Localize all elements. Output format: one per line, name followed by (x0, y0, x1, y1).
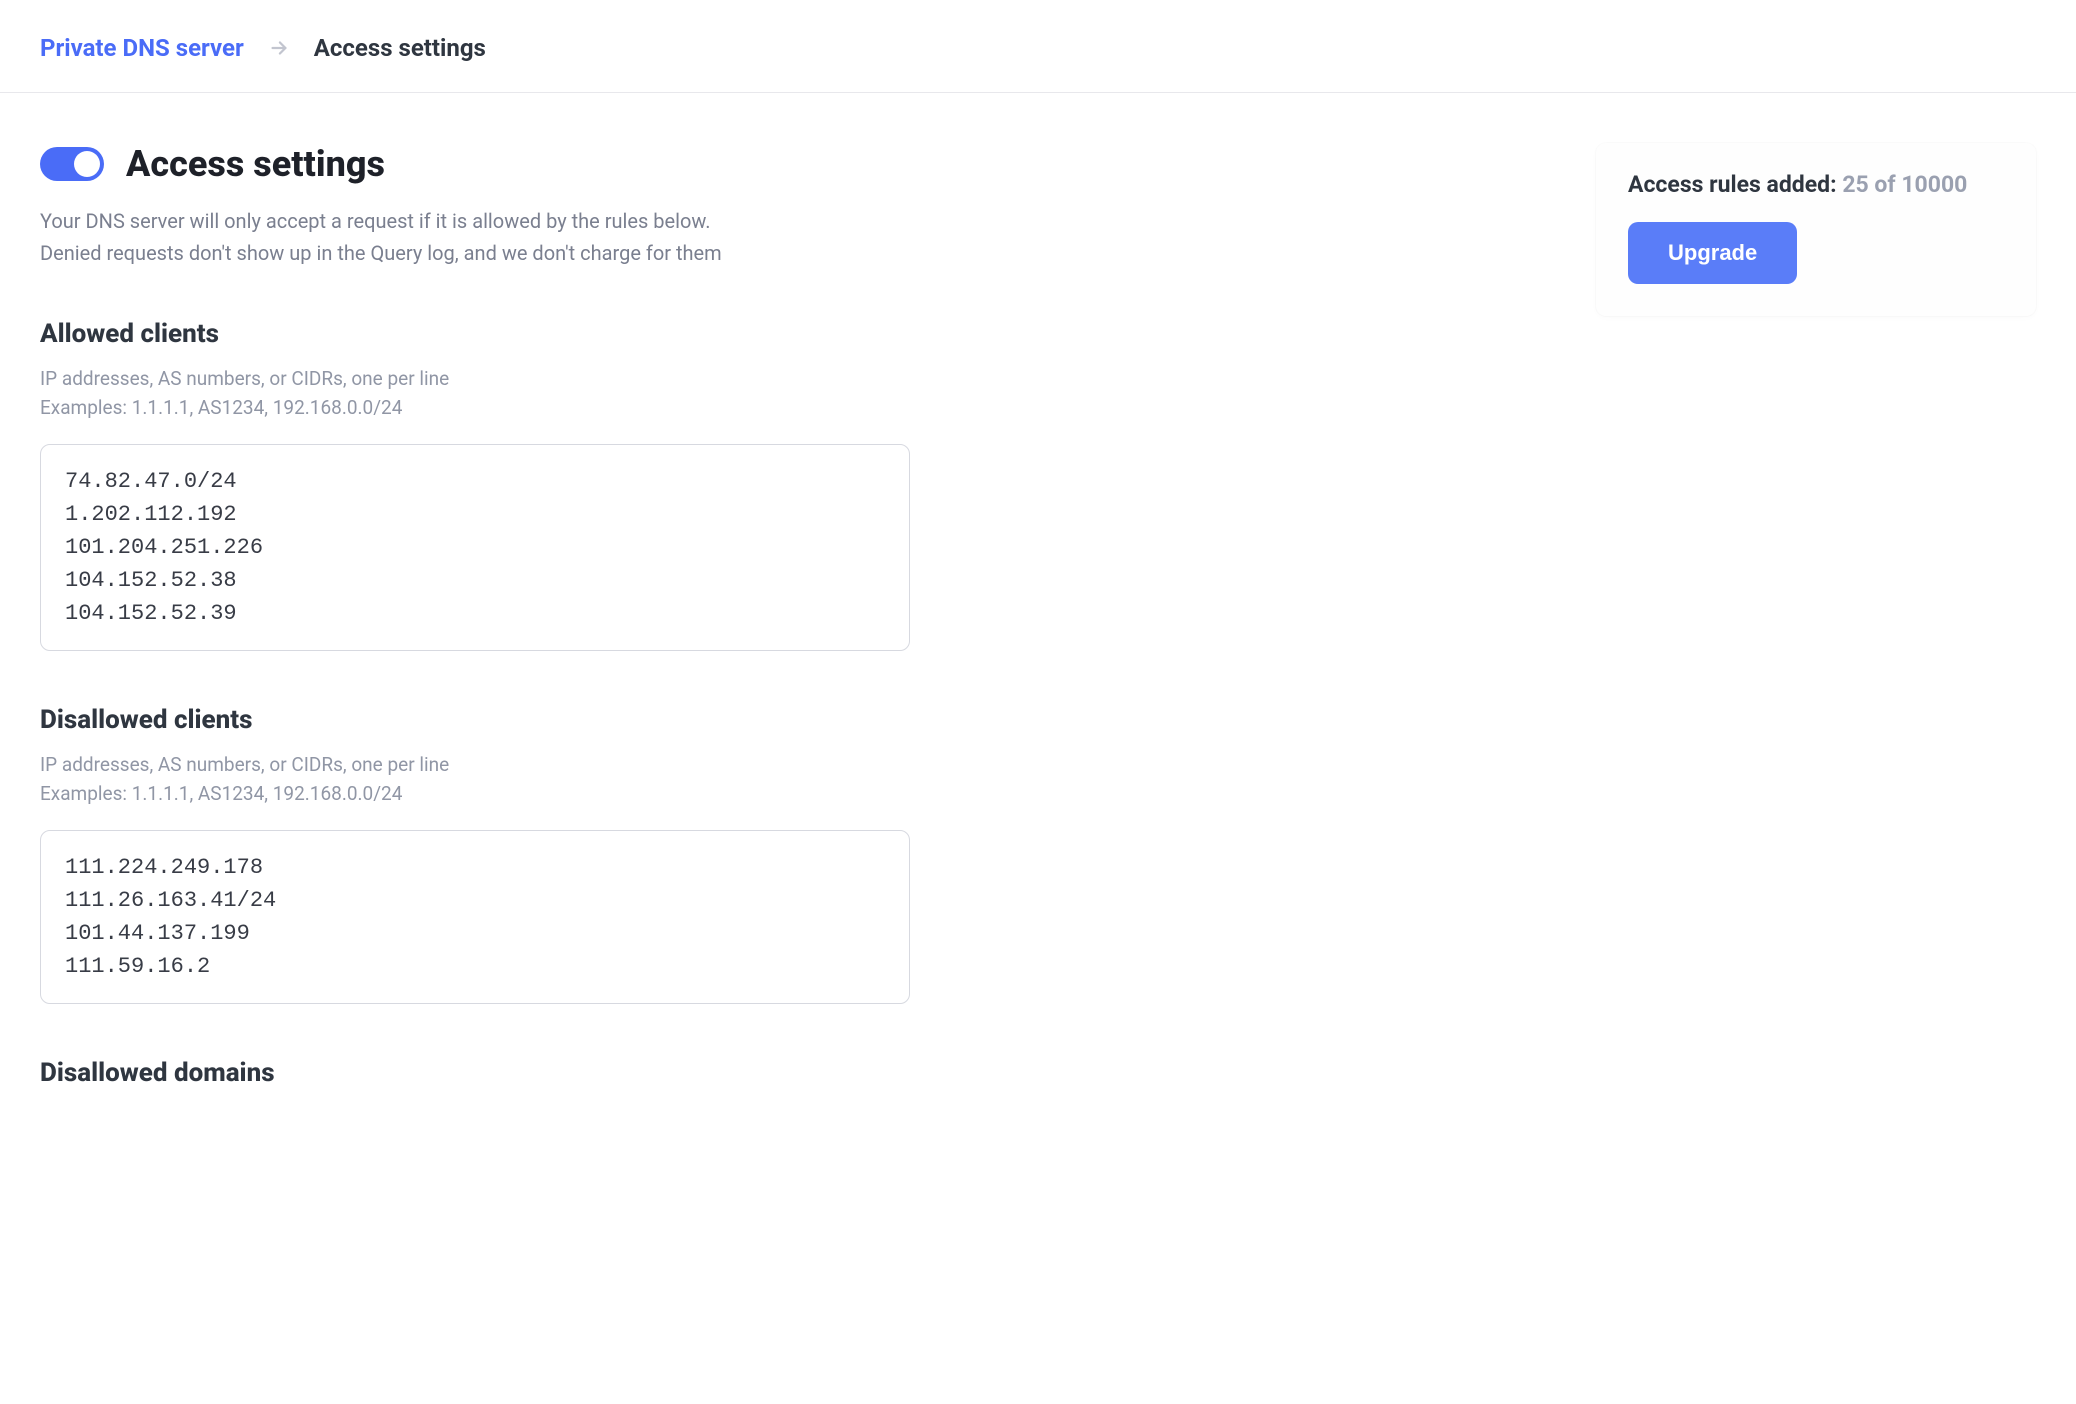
toggle-knob-icon (74, 151, 100, 177)
allowed-clients-hint: IP addresses, AS numbers, or CIDRs, one … (40, 365, 940, 422)
page-title: Access settings (126, 143, 385, 185)
breadcrumb-parent-link[interactable]: Private DNS server (40, 34, 244, 62)
breadcrumb: Private DNS server Access settings (0, 0, 2076, 93)
access-rules-count: 25 of 10000 (1842, 171, 1967, 198)
disallowed-domains-section: Disallowed domains (40, 1058, 940, 1088)
access-settings-toggle[interactable] (40, 147, 104, 181)
allowed-clients-title: Allowed clients (40, 319, 940, 349)
disallowed-clients-input[interactable] (40, 830, 910, 1004)
access-rules-label-text: Access rules added: (1628, 171, 1842, 198)
access-rules-card: Access rules added: 25 of 10000 Upgrade (1596, 143, 2036, 316)
allowed-clients-input[interactable] (40, 444, 910, 651)
disallowed-clients-section: Disallowed clients IP addresses, AS numb… (40, 705, 940, 1008)
disallowed-domains-title: Disallowed domains (40, 1058, 940, 1088)
page-description: Your DNS server will only accept a reque… (40, 205, 940, 269)
chevron-right-icon (268, 37, 290, 59)
allowed-clients-section: Allowed clients IP addresses, AS numbers… (40, 319, 940, 655)
disallowed-clients-title: Disallowed clients (40, 705, 940, 735)
access-rules-label: Access rules added: 25 of 10000 (1628, 171, 2004, 198)
breadcrumb-current: Access settings (314, 34, 486, 62)
disallowed-clients-hint: IP addresses, AS numbers, or CIDRs, one … (40, 751, 940, 808)
upgrade-button[interactable]: Upgrade (1628, 222, 1797, 284)
